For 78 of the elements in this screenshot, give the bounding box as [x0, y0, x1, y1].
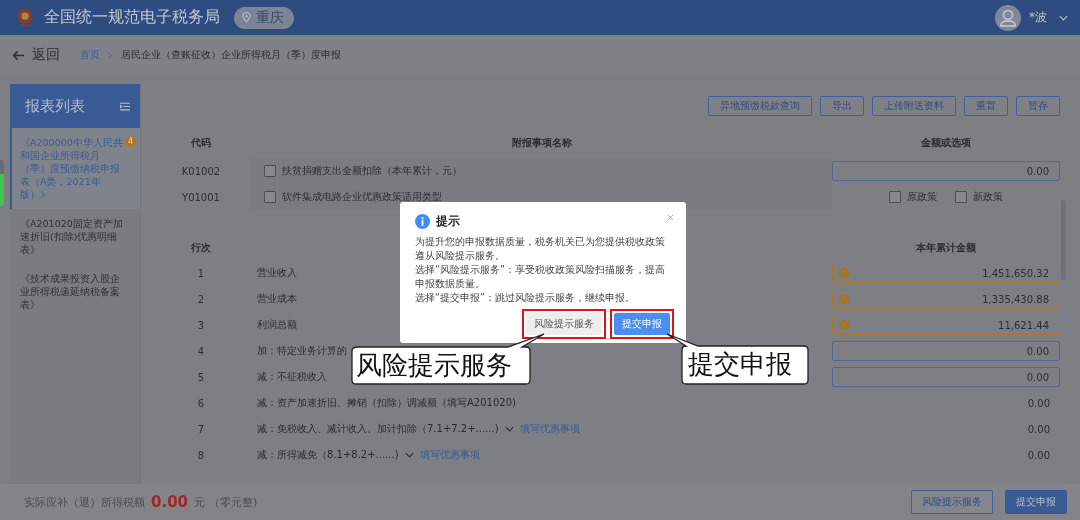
amount-field[interactable]: 0.00: [832, 161, 1060, 181]
warning-icon: [839, 294, 849, 304]
breadcrumb-separator-icon: [108, 51, 113, 59]
risk-service-button[interactable]: 风险提示服务: [526, 313, 602, 335]
checkbox[interactable]: [955, 191, 967, 203]
submit-button[interactable]: 提交申报: [1005, 490, 1067, 514]
dialog-text: 为提升您的申报数据质量，税务机关已为您提供税收政策遵从风险提示服务。: [415, 235, 666, 263]
table-cell-text: 1: [196, 266, 206, 281]
table-cell-text: 7: [196, 422, 206, 437]
sidebar-item[interactable]: 《A201020固定资产加速折旧(扣除)优惠明细表》: [10, 209, 140, 264]
avatar-icon: [995, 4, 1021, 31]
risk-service-button[interactable]: 风险提示服务: [911, 490, 993, 514]
table-cell-text: K01002: [180, 164, 222, 179]
dialog-text: 选择“风险提示服务”：享受税收政策风险扫描服务，提高申报数据质量。: [415, 263, 666, 291]
sidebar-item[interactable]: 《技术成果投资入股企业所得税递延纳税备案表》: [10, 264, 140, 319]
row-label: 加：特定业务计算的: [257, 344, 347, 358]
table-cell-text: 4: [196, 344, 206, 359]
breadcrumb-current: 居民企业（查账征收）企业所得税月（季）度申报: [121, 48, 341, 62]
table-cell-text: 2: [196, 292, 206, 307]
callout-bubble: 风险提示服务: [350, 331, 546, 387]
row-label: 营业成本: [257, 292, 297, 306]
column-header: 代码: [190, 136, 212, 150]
sidebar-title: 报表列表: [25, 96, 85, 116]
tax-amount: 0.00: [151, 493, 188, 511]
toolbar-button[interactable]: 异地预缴税款查询: [708, 96, 812, 116]
row-label: 减：资产加速折旧、摊销（扣除）调减额（填写A201020): [257, 396, 516, 410]
table-cell-text: 3: [196, 318, 206, 333]
checkbox[interactable]: [264, 165, 276, 177]
warning-icon: [839, 268, 849, 278]
row-label: 扶贫捐赠支出全额扣除（本年累计，元）: [282, 164, 462, 178]
info-icon: [415, 214, 430, 229]
callout-bubble: 提交申报: [664, 332, 810, 386]
chevron-down-icon: [1059, 14, 1068, 21]
close-icon: [667, 214, 674, 221]
row-label: 减：免税收入、减计收入、加计扣除（7.1+7.2+......): [257, 422, 499, 436]
dialog-title: 提示: [436, 214, 460, 229]
toolbar-button[interactable]: 导出: [820, 96, 864, 116]
option-label: 原政策: [907, 190, 937, 204]
toolbar-button[interactable]: 暂存: [1016, 96, 1060, 116]
column-header: 行次: [190, 241, 212, 255]
checkbox[interactable]: [264, 191, 276, 203]
amount-field[interactable]: 11,621.44: [832, 315, 1060, 335]
table-cell-text: 6: [196, 396, 206, 411]
table-cell-text: 0.00: [1026, 423, 1051, 435]
side-widget[interactable]: [0, 160, 4, 206]
row-label: 减：所得减免（8.1+8.2+......): [257, 448, 399, 462]
amount-field[interactable]: 1,451,650.32: [832, 263, 1060, 283]
table-cell-text: 8: [196, 448, 206, 463]
row-label: 软件集成电路企业优惠政策适用类型: [282, 190, 442, 204]
breadcrumb-link[interactable]: 首页: [80, 48, 100, 62]
column-header: 本年累计金额: [915, 241, 977, 255]
table-cell-text: 5: [196, 370, 206, 385]
site-title: 全国统一规范电子税务局: [44, 7, 220, 28]
dialog-text: 选择“提交申报”：跳过风险提示服务，继续申报。: [415, 291, 636, 305]
option-label: 新政策: [973, 190, 1003, 204]
amount-field[interactable]: 0.00: [832, 341, 1060, 361]
pin-icon: [242, 12, 251, 23]
amount-field[interactable]: 0.00: [832, 367, 1060, 387]
scrollbar[interactable]: [1061, 200, 1066, 280]
row-label: 营业收入: [257, 266, 297, 280]
back-arrow-icon: [12, 49, 25, 61]
user-name[interactable]: *波: [1029, 9, 1047, 26]
amount-field[interactable]: 1,335,430.88: [832, 289, 1060, 309]
count-badge: 4: [125, 136, 136, 147]
column-header: 附报事项名称: [510, 136, 573, 150]
submit-button[interactable]: 提交申报: [614, 313, 670, 335]
menu-icon: [120, 101, 130, 111]
back-link[interactable]: 返回: [12, 46, 60, 64]
row-label: 利润总额: [257, 318, 297, 332]
location-badge[interactable]: 重庆: [234, 6, 294, 29]
row-label: 减：不征税收入: [257, 370, 327, 384]
table-cell-text: 0.00: [1026, 397, 1051, 409]
toolbar-button[interactable]: 重置: [964, 96, 1008, 116]
checkbox[interactable]: [889, 191, 901, 203]
table-cell-text: Y01001: [181, 190, 221, 205]
column-header: 金额或选项: [920, 136, 972, 150]
warning-icon: [839, 320, 849, 330]
table-cell-text: 0.00: [1026, 449, 1051, 461]
